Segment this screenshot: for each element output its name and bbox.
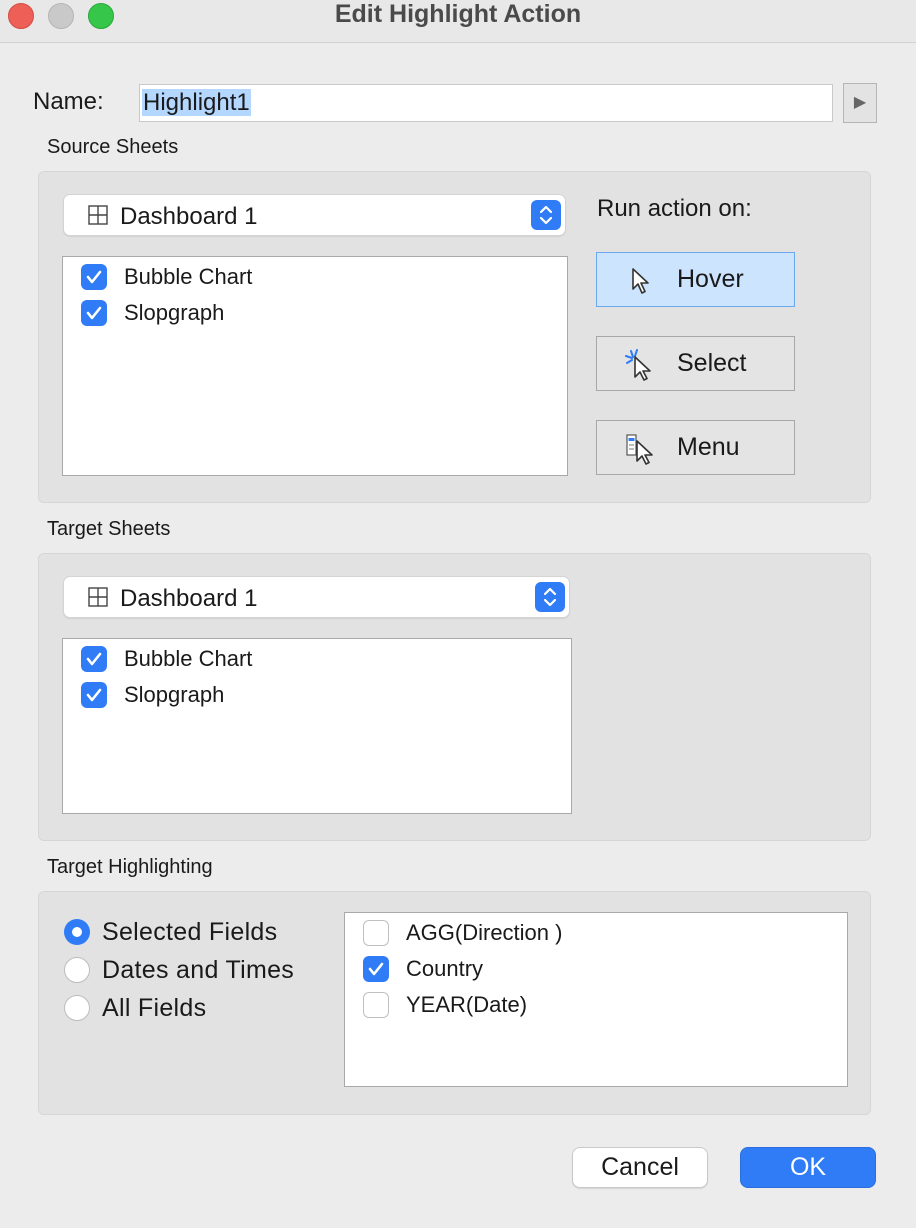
field-checkbox[interactable] xyxy=(363,992,389,1018)
all-fields-radio[interactable] xyxy=(64,995,90,1021)
field-label: YEAR(Date) xyxy=(406,992,528,1017)
fields-list: AGG(Direction ) Country YEAR(Date) xyxy=(344,912,848,1087)
name-input[interactable]: Highlight1 xyxy=(139,84,833,122)
updown-chevron-icon xyxy=(535,582,565,612)
source-dashboard-dropdown[interactable]: Dashboard 1 xyxy=(63,194,566,236)
checkmark-icon xyxy=(86,652,102,666)
field-label: Country xyxy=(406,956,484,981)
checkmark-icon xyxy=(86,270,102,284)
target-sheet-label: Bubble Chart xyxy=(124,646,253,671)
checkmark-icon xyxy=(368,962,384,976)
source-sheets-list: Bubble Chart Slopgraph xyxy=(62,256,568,476)
menu-button[interactable]: Menu xyxy=(596,420,795,475)
menu-pointer-icon xyxy=(626,434,653,465)
target-sheets-list: Bubble Chart Slopgraph xyxy=(62,638,572,814)
checkmark-icon xyxy=(86,688,102,702)
insert-field-button[interactable]: ▶ xyxy=(843,83,877,123)
menu-button-label: Menu xyxy=(677,433,740,461)
selected-fields-radio[interactable] xyxy=(64,919,90,945)
pointer-icon xyxy=(632,268,649,294)
dates-and-times-radio[interactable] xyxy=(64,957,90,983)
target-dashboard-value: Dashboard 1 xyxy=(120,585,258,612)
target-sheet-checkbox[interactable] xyxy=(81,646,107,672)
dashboard-grid-icon xyxy=(88,205,108,225)
source-sheet-checkbox[interactable] xyxy=(81,300,107,326)
name-input-value: Highlight1 xyxy=(142,89,251,116)
target-sheet-label: Slopgraph xyxy=(124,682,225,707)
play-icon: ▶ xyxy=(853,94,867,111)
dates-and-times-label: Dates and Times xyxy=(102,956,295,984)
field-label: AGG(Direction ) xyxy=(406,920,563,945)
updown-chevron-icon xyxy=(531,200,561,230)
source-sheets-label: Source Sheets xyxy=(47,136,179,158)
target-highlighting-label: Target Highlighting xyxy=(47,856,213,878)
name-label: Name: xyxy=(33,88,104,115)
field-checkbox[interactable] xyxy=(363,956,389,982)
hover-button-label: Hover xyxy=(677,265,744,293)
target-sheet-checkbox[interactable] xyxy=(81,682,107,708)
click-pointer-icon xyxy=(625,349,651,381)
source-sheet-checkbox[interactable] xyxy=(81,264,107,290)
select-button[interactable]: Select xyxy=(596,336,795,391)
target-dashboard-dropdown[interactable]: Dashboard 1 xyxy=(63,576,570,618)
source-sheet-label: Bubble Chart xyxy=(124,264,253,289)
source-sheet-label: Slopgraph xyxy=(124,300,225,325)
ok-button[interactable]: OK xyxy=(740,1147,876,1188)
cancel-button[interactable]: Cancel xyxy=(572,1147,708,1188)
run-action-label: Run action on: xyxy=(597,195,752,222)
target-sheets-label: Target Sheets xyxy=(47,518,171,540)
window-title: Edit Highlight Action xyxy=(334,0,582,28)
select-button-label: Select xyxy=(677,349,747,377)
source-dashboard-value: Dashboard 1 xyxy=(120,203,258,230)
hover-button[interactable]: Hover xyxy=(596,252,795,307)
all-fields-label: All Fields xyxy=(102,994,207,1022)
title-bar: Edit Highlight Action xyxy=(0,0,916,43)
checkmark-icon xyxy=(86,306,102,320)
selected-fields-label: Selected Fields xyxy=(102,918,278,946)
field-checkbox[interactable] xyxy=(363,920,389,946)
dashboard-grid-icon xyxy=(88,587,108,607)
